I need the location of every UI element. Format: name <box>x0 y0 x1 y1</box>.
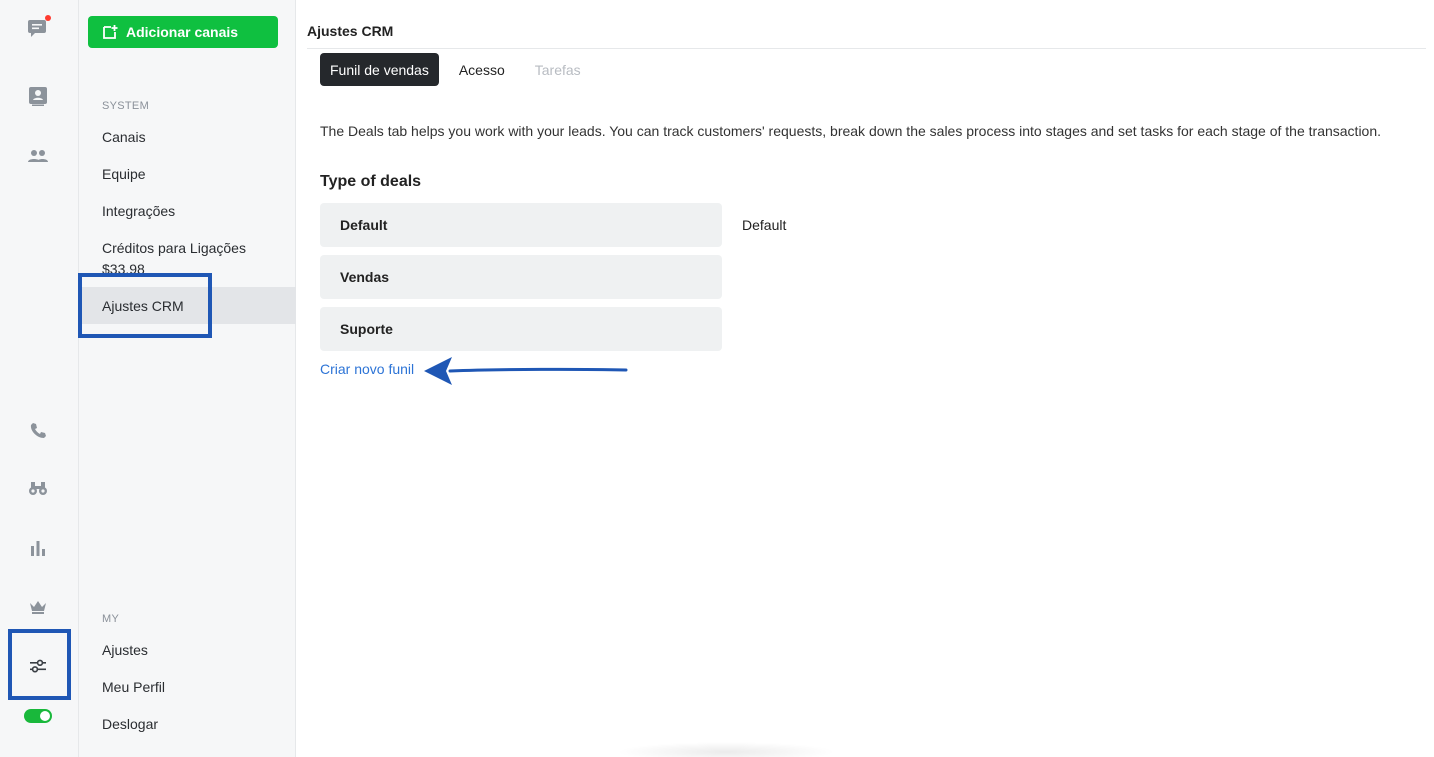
deals-description: The Deals tab helps you work with your l… <box>320 123 1382 139</box>
deal-name: Default <box>340 217 388 233</box>
annotation-arrow-icon <box>424 357 628 385</box>
sidebar-item-integracoes[interactable]: Integrações <box>102 201 175 221</box>
tab-acesso[interactable]: Acesso <box>449 53 515 86</box>
notification-dot <box>45 15 51 21</box>
create-funnel-link[interactable]: Criar novo funil <box>320 361 414 377</box>
system-section-label: SYSTEM <box>102 100 150 112</box>
sidebar-item-deslogar[interactable]: Deslogar <box>102 714 158 734</box>
settings-highlight-box <box>8 629 71 700</box>
add-channels-button[interactable]: Adicionar canais <box>88 16 278 48</box>
sidebar-item-ajustes[interactable]: Ajustes <box>102 640 148 660</box>
binoculars-icon[interactable] <box>24 474 52 502</box>
title-divider <box>307 48 1426 49</box>
phone-icon[interactable] <box>24 416 52 444</box>
sidebar-item-canais[interactable]: Canais <box>102 127 146 147</box>
sidebar-item-meu-perfil[interactable]: Meu Perfil <box>102 677 165 697</box>
page-title: Ajustes CRM <box>307 23 394 39</box>
chat-icon[interactable] <box>24 14 52 42</box>
deal-row-vendas[interactable]: Vendas <box>320 255 722 299</box>
sidebar-item-creditos[interactable]: Créditos para Ligações <box>102 238 246 258</box>
contact-card-icon[interactable] <box>24 82 52 110</box>
status-toggle[interactable] <box>24 709 52 723</box>
tab-funil-de-vendas[interactable]: Funil de vendas <box>320 53 439 86</box>
team-icon[interactable] <box>24 142 52 170</box>
default-tag: Default <box>742 217 787 233</box>
deal-name: Suporte <box>340 321 393 337</box>
sidebar-item-equipe[interactable]: Equipe <box>102 164 146 184</box>
bar-chart-icon[interactable] <box>24 534 52 562</box>
crown-icon[interactable] <box>24 593 52 621</box>
deal-name: Vendas <box>340 269 390 285</box>
my-section-label: MY <box>102 613 120 625</box>
icon-rail <box>0 0 79 757</box>
main-content: Ajustes CRM Funil de vendas Acesso Taref… <box>296 0 1434 757</box>
crm-highlight-box <box>78 273 212 338</box>
tab-tarefas: Tarefas <box>525 53 591 86</box>
bottom-shadow <box>616 742 836 757</box>
tab-bar: Funil de vendas Acesso Tarefas <box>320 53 601 86</box>
deal-row-default[interactable]: Default <box>320 203 722 247</box>
add-square-icon <box>103 25 118 39</box>
settings-sidebar: Adicionar canais SYSTEM Canais Equipe In… <box>78 0 296 757</box>
deal-row-suporte[interactable]: Suporte <box>320 307 722 351</box>
deals-heading: Type of deals <box>320 173 422 190</box>
add-channels-label: Adicionar canais <box>126 24 239 40</box>
